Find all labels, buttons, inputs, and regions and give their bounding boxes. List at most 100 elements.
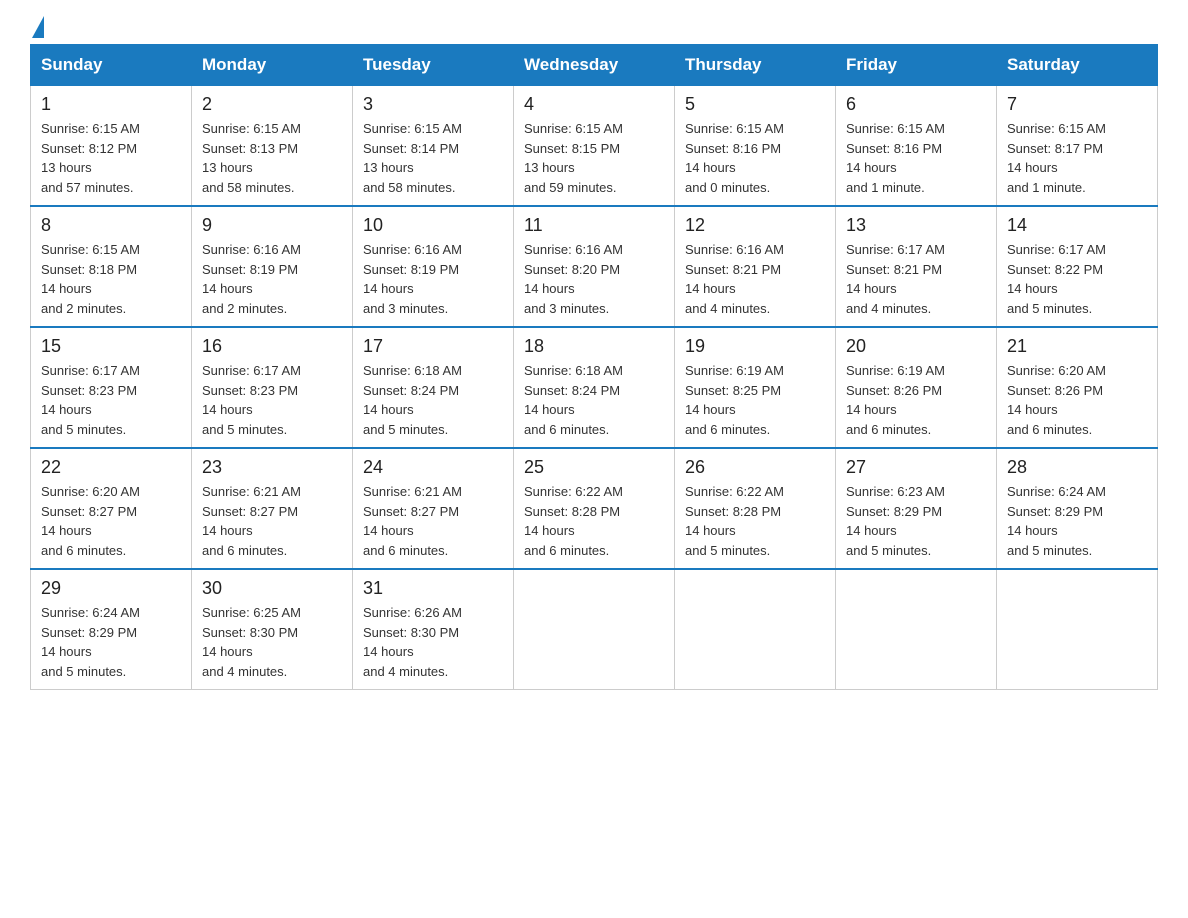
day-info: Sunrise: 6:15 AMSunset: 8:14 PM13 hoursa… bbox=[363, 119, 503, 197]
day-number: 14 bbox=[1007, 215, 1147, 236]
calendar-table: SundayMondayTuesdayWednesdayThursdayFrid… bbox=[30, 44, 1158, 690]
calendar-cell: 26 Sunrise: 6:22 AMSunset: 8:28 PM14 hour… bbox=[675, 448, 836, 569]
day-number: 29 bbox=[41, 578, 181, 599]
day-info: Sunrise: 6:23 AMSunset: 8:29 PM14 hoursa… bbox=[846, 482, 986, 560]
day-info: Sunrise: 6:16 AMSunset: 8:19 PM14 hoursa… bbox=[202, 240, 342, 318]
calendar-cell: 15Sunrise: 6:17 AMSunset: 8:23 PM14 hour… bbox=[31, 327, 192, 448]
day-number: 5 bbox=[685, 94, 825, 115]
col-header-sunday: Sunday bbox=[31, 45, 192, 86]
day-number: 31 bbox=[363, 578, 503, 599]
day-info: Sunrise: 6:15 AMSunset: 8:18 PM14 hoursa… bbox=[41, 240, 181, 318]
day-number: 6 bbox=[846, 94, 986, 115]
day-info: Sunrise: 6:17 AMSunset: 8:23 PM14 hoursa… bbox=[202, 361, 342, 439]
calendar-cell: 3 Sunrise: 6:15 AMSunset: 8:14 PM13 hours… bbox=[353, 86, 514, 207]
day-info: Sunrise: 6:24 AMSunset: 8:29 PM14 hoursa… bbox=[1007, 482, 1147, 560]
day-info: Sunrise: 6:17 AMSunset: 8:21 PM14 hoursa… bbox=[846, 240, 986, 318]
day-number: 8 bbox=[41, 215, 181, 236]
calendar-cell: 27 Sunrise: 6:23 AMSunset: 8:29 PM14 hour… bbox=[836, 448, 997, 569]
col-header-friday: Friday bbox=[836, 45, 997, 86]
calendar-cell: 2 Sunrise: 6:15 AMSunset: 8:13 PM13 hours… bbox=[192, 86, 353, 207]
page-header bbox=[30, 20, 1158, 34]
calendar-cell: 29 Sunrise: 6:24 AMSunset: 8:29 PM14 hour… bbox=[31, 569, 192, 690]
day-info: Sunrise: 6:25 AMSunset: 8:30 PM14 hoursa… bbox=[202, 603, 342, 681]
calendar-week-2: 8 Sunrise: 6:15 AMSunset: 8:18 PM14 hours… bbox=[31, 206, 1158, 327]
col-header-wednesday: Wednesday bbox=[514, 45, 675, 86]
day-info: Sunrise: 6:15 AMSunset: 8:13 PM13 hoursa… bbox=[202, 119, 342, 197]
calendar-cell bbox=[514, 569, 675, 690]
calendar-cell: 7Sunrise: 6:15 AMSunset: 8:17 PM14 hours… bbox=[997, 86, 1158, 207]
day-number: 10 bbox=[363, 215, 503, 236]
calendar-week-1: 1Sunrise: 6:15 AMSunset: 8:12 PM13 hours… bbox=[31, 86, 1158, 207]
calendar-cell: 20 Sunrise: 6:19 AMSunset: 8:26 PM14 hour… bbox=[836, 327, 997, 448]
calendar-cell: 17Sunrise: 6:18 AMSunset: 8:24 PM14 hour… bbox=[353, 327, 514, 448]
calendar-cell bbox=[997, 569, 1158, 690]
day-info: Sunrise: 6:16 AMSunset: 8:19 PM14 hoursa… bbox=[363, 240, 503, 318]
day-info: Sunrise: 6:16 AMSunset: 8:21 PM14 hoursa… bbox=[685, 240, 825, 318]
day-number: 9 bbox=[202, 215, 342, 236]
day-number: 3 bbox=[363, 94, 503, 115]
calendar-cell: 18 Sunrise: 6:18 AMSunset: 8:24 PM14 hour… bbox=[514, 327, 675, 448]
col-header-tuesday: Tuesday bbox=[353, 45, 514, 86]
day-info: Sunrise: 6:19 AMSunset: 8:26 PM14 hoursa… bbox=[846, 361, 986, 439]
calendar-cell: 24 Sunrise: 6:21 AMSunset: 8:27 PM14 hour… bbox=[353, 448, 514, 569]
day-number: 22 bbox=[41, 457, 181, 478]
day-number: 21 bbox=[1007, 336, 1147, 357]
day-info: Sunrise: 6:20 AMSunset: 8:26 PM14 hoursa… bbox=[1007, 361, 1147, 439]
day-number: 30 bbox=[202, 578, 342, 599]
col-header-thursday: Thursday bbox=[675, 45, 836, 86]
calendar-cell: 21 Sunrise: 6:20 AMSunset: 8:26 PM14 hour… bbox=[997, 327, 1158, 448]
day-number: 23 bbox=[202, 457, 342, 478]
day-info: Sunrise: 6:20 AMSunset: 8:27 PM14 hoursa… bbox=[41, 482, 181, 560]
calendar-cell: 13 Sunrise: 6:17 AMSunset: 8:21 PM14 hour… bbox=[836, 206, 997, 327]
day-info: Sunrise: 6:15 AMSunset: 8:12 PM13 hoursa… bbox=[41, 119, 181, 197]
calendar-cell: 6 Sunrise: 6:15 AMSunset: 8:16 PM14 hours… bbox=[836, 86, 997, 207]
logo-triangle-icon bbox=[32, 16, 44, 38]
calendar-cell: 28 Sunrise: 6:24 AMSunset: 8:29 PM14 hour… bbox=[997, 448, 1158, 569]
day-number: 20 bbox=[846, 336, 986, 357]
calendar-cell: 10 Sunrise: 6:16 AMSunset: 8:19 PM14 hour… bbox=[353, 206, 514, 327]
day-number: 19 bbox=[685, 336, 825, 357]
logo bbox=[30, 20, 44, 34]
calendar-cell bbox=[675, 569, 836, 690]
day-number: 28 bbox=[1007, 457, 1147, 478]
calendar-cell bbox=[836, 569, 997, 690]
day-number: 13 bbox=[846, 215, 986, 236]
calendar-cell: 1Sunrise: 6:15 AMSunset: 8:12 PM13 hours… bbox=[31, 86, 192, 207]
day-number: 11 bbox=[524, 215, 664, 236]
col-header-saturday: Saturday bbox=[997, 45, 1158, 86]
col-header-monday: Monday bbox=[192, 45, 353, 86]
day-number: 18 bbox=[524, 336, 664, 357]
day-number: 27 bbox=[846, 457, 986, 478]
day-info: Sunrise: 6:21 AMSunset: 8:27 PM14 hoursa… bbox=[363, 482, 503, 560]
day-number: 26 bbox=[685, 457, 825, 478]
calendar-cell: 5 Sunrise: 6:15 AMSunset: 8:16 PM14 hours… bbox=[675, 86, 836, 207]
day-number: 16 bbox=[202, 336, 342, 357]
day-info: Sunrise: 6:19 AMSunset: 8:25 PM14 hoursa… bbox=[685, 361, 825, 439]
day-info: Sunrise: 6:15 AMSunset: 8:16 PM14 hoursa… bbox=[685, 119, 825, 197]
day-info: Sunrise: 6:22 AMSunset: 8:28 PM14 hoursa… bbox=[524, 482, 664, 560]
calendar-header-row: SundayMondayTuesdayWednesdayThursdayFrid… bbox=[31, 45, 1158, 86]
day-info: Sunrise: 6:18 AMSunset: 8:24 PM14 hoursa… bbox=[524, 361, 664, 439]
day-info: Sunrise: 6:15 AMSunset: 8:16 PM14 hoursa… bbox=[846, 119, 986, 197]
calendar-week-5: 29 Sunrise: 6:24 AMSunset: 8:29 PM14 hour… bbox=[31, 569, 1158, 690]
calendar-cell: 16 Sunrise: 6:17 AMSunset: 8:23 PM14 hour… bbox=[192, 327, 353, 448]
calendar-cell: 19 Sunrise: 6:19 AMSunset: 8:25 PM14 hour… bbox=[675, 327, 836, 448]
day-info: Sunrise: 6:16 AMSunset: 8:20 PM14 hoursa… bbox=[524, 240, 664, 318]
calendar-cell: 9 Sunrise: 6:16 AMSunset: 8:19 PM14 hours… bbox=[192, 206, 353, 327]
day-info: Sunrise: 6:15 AMSunset: 8:15 PM13 hoursa… bbox=[524, 119, 664, 197]
calendar-week-3: 15Sunrise: 6:17 AMSunset: 8:23 PM14 hour… bbox=[31, 327, 1158, 448]
logo-text bbox=[30, 20, 44, 38]
calendar-week-4: 22 Sunrise: 6:20 AMSunset: 8:27 PM14 hour… bbox=[31, 448, 1158, 569]
day-number: 2 bbox=[202, 94, 342, 115]
calendar-cell: 22 Sunrise: 6:20 AMSunset: 8:27 PM14 hour… bbox=[31, 448, 192, 569]
calendar-cell: 12 Sunrise: 6:16 AMSunset: 8:21 PM14 hour… bbox=[675, 206, 836, 327]
day-info: Sunrise: 6:24 AMSunset: 8:29 PM14 hoursa… bbox=[41, 603, 181, 681]
day-number: 12 bbox=[685, 215, 825, 236]
day-number: 24 bbox=[363, 457, 503, 478]
day-info: Sunrise: 6:15 AMSunset: 8:17 PM14 hoursa… bbox=[1007, 119, 1147, 197]
day-info: Sunrise: 6:17 AMSunset: 8:23 PM14 hoursa… bbox=[41, 361, 181, 439]
calendar-cell: 8 Sunrise: 6:15 AMSunset: 8:18 PM14 hours… bbox=[31, 206, 192, 327]
day-info: Sunrise: 6:17 AMSunset: 8:22 PM14 hoursa… bbox=[1007, 240, 1147, 318]
day-number: 4 bbox=[524, 94, 664, 115]
day-info: Sunrise: 6:22 AMSunset: 8:28 PM14 hoursa… bbox=[685, 482, 825, 560]
